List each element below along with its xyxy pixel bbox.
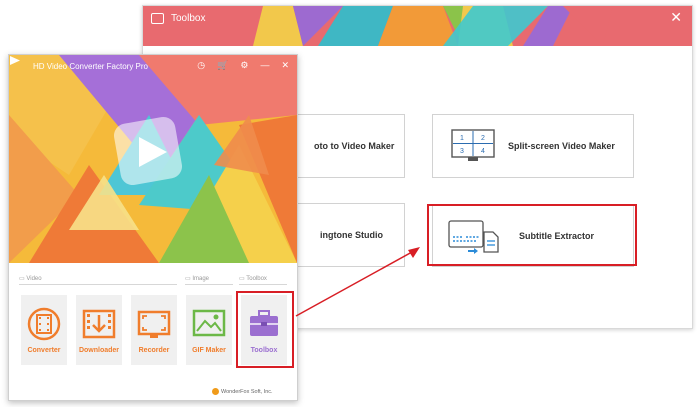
pointer-arrow [295,247,420,317]
